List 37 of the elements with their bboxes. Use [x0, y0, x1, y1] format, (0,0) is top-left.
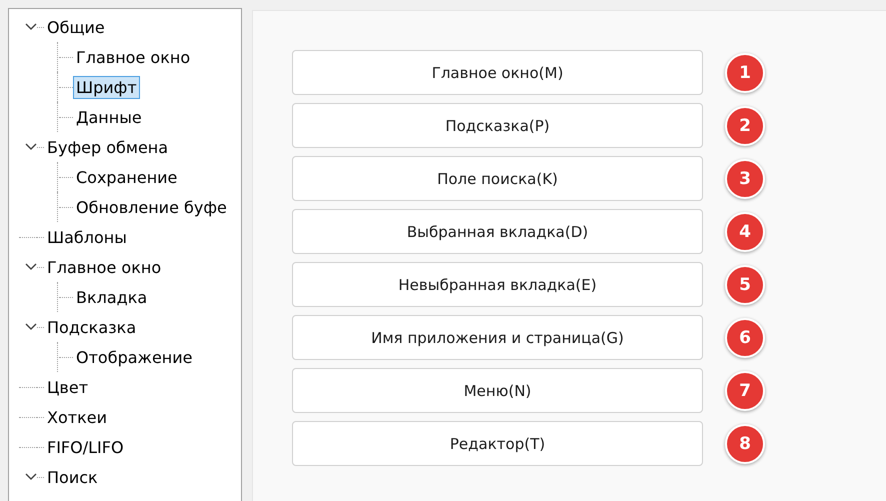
- tree-item[interactable]: FIFO/LIFO: [44, 436, 127, 458]
- font-button[interactable]: Выбранная вкладка(D): [292, 209, 703, 254]
- font-button[interactable]: Редактор(T): [292, 421, 703, 466]
- number-badge: 4: [725, 212, 765, 252]
- number-badge: 5: [725, 264, 765, 304]
- tree-item[interactable]: Главное окно: [73, 46, 194, 68]
- font-button[interactable]: Подсказка(P): [292, 103, 703, 148]
- tree-item[interactable]: Обновление буфе: [73, 196, 230, 218]
- tree-item[interactable]: Шаблоны: [44, 226, 130, 248]
- number-badge: 1: [725, 52, 765, 92]
- tree-item[interactable]: Шрифт: [73, 76, 140, 98]
- tree-item[interactable]: Хоткеи: [44, 406, 110, 428]
- number-badge: 3: [725, 158, 765, 198]
- font-button[interactable]: Имя приложения и страница(G): [292, 315, 703, 360]
- tree-item[interactable]: Сохранение: [73, 166, 180, 188]
- number-badge: 7: [725, 370, 765, 410]
- tree-item[interactable]: Буфер обмена: [44, 136, 172, 158]
- chevron-down-icon[interactable]: [25, 323, 37, 331]
- number-badge: 6: [725, 318, 765, 358]
- tree-item[interactable]: Вкладка: [73, 286, 150, 308]
- font-button[interactable]: Невыбранная вкладка(E): [292, 262, 703, 307]
- tree-item[interactable]: Общие: [44, 16, 108, 38]
- number-badge: 8: [725, 424, 765, 464]
- chevron-down-icon[interactable]: [25, 143, 37, 151]
- tree-item[interactable]: Поиск: [44, 466, 101, 488]
- tree-item[interactable]: Отображение: [73, 346, 196, 368]
- tree-item[interactable]: Цвет: [44, 376, 92, 398]
- chevron-down-icon[interactable]: [25, 263, 37, 271]
- tree-item[interactable]: Главное окно: [44, 256, 164, 278]
- font-button[interactable]: Поле поиска(K): [292, 156, 703, 201]
- tree-item[interactable]: Данные: [73, 106, 145, 128]
- number-badge: 2: [725, 106, 765, 146]
- chevron-down-icon[interactable]: [25, 473, 37, 481]
- tree-item[interactable]: Подсказка: [44, 316, 140, 338]
- font-button[interactable]: Главное окно(M): [292, 50, 703, 95]
- font-button[interactable]: Меню(N): [292, 368, 703, 413]
- chevron-down-icon[interactable]: [25, 23, 37, 31]
